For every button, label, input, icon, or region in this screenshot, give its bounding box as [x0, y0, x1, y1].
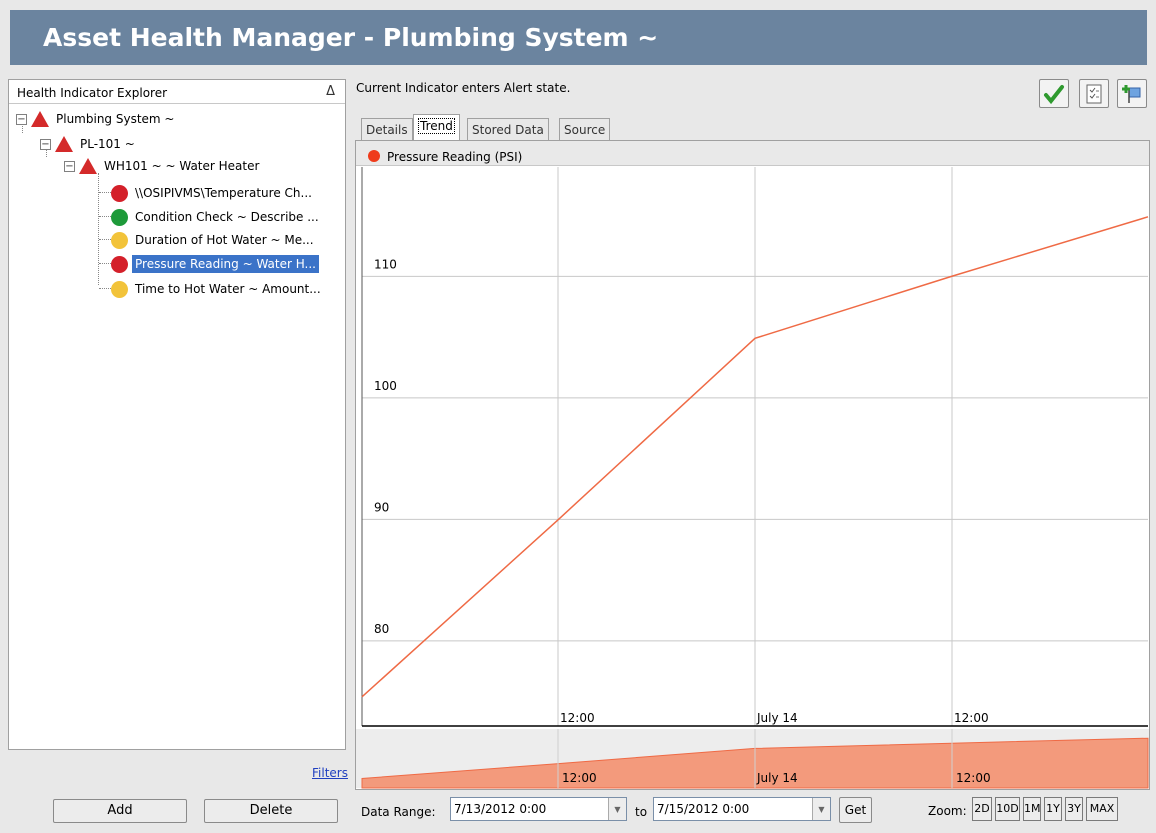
tree-item[interactable]: − WH101 ~ ~ Water Heater	[64, 155, 262, 177]
zoom-button-10d[interactable]: 10D	[995, 797, 1020, 821]
tree-item-label: Duration of Hot Water ~ Me...	[135, 233, 314, 247]
zoom-button-1y[interactable]: 1Y	[1044, 797, 1062, 821]
tab-stored-data[interactable]: Stored Data	[467, 118, 549, 140]
explorer-title: Health Indicator Explorer	[17, 86, 168, 100]
tree-item[interactable]: Time to Hot Water ~ Amount...	[111, 278, 324, 300]
acknowledge-button[interactable]	[1039, 79, 1069, 108]
checklist-icon	[1086, 84, 1102, 103]
tree-connector	[99, 288, 111, 289]
chevron-down-icon[interactable]: ▼	[608, 798, 626, 820]
x-tick-label: 12:00	[954, 711, 989, 725]
zoom-label: Zoom:	[928, 804, 967, 818]
add-flag-button[interactable]	[1117, 79, 1147, 108]
application-window: Asset Health Manager - Plumbing System ~…	[0, 0, 1156, 833]
collapse-toggle-icon[interactable]: −	[64, 160, 75, 172]
health-indicator-explorer: Health Indicator Explorer Δ	[8, 79, 346, 750]
green-circle-icon	[111, 208, 128, 226]
tree-item-label: Condition Check ~ Describe ...	[135, 210, 319, 224]
tab-label: Trend	[418, 118, 455, 134]
tab-label: Stored Data	[472, 123, 544, 137]
tree-item-label: PL-101 ~	[80, 137, 135, 151]
overview-tick-label: 12:00	[956, 771, 991, 785]
tree-connector	[99, 192, 111, 193]
overview-tick-label: 12:00	[562, 771, 597, 785]
checkmark-icon	[1044, 84, 1064, 104]
zoom-button-max[interactable]: MAX	[1086, 797, 1118, 821]
red-circle-icon	[111, 184, 128, 202]
red-triangle-icon	[79, 158, 97, 174]
tree-item[interactable]: − Plumbing System ~	[16, 108, 177, 130]
get-button[interactable]: Get	[839, 797, 872, 823]
trend-plot[interactable]: 110 100 90 80 12:00 July 14 12:00 12:00 July 14 1…	[356, 141, 1149, 789]
add-button[interactable]: Add	[53, 799, 187, 823]
tree-item-label: WH101 ~ ~ Water Heater	[104, 159, 260, 173]
filters-link[interactable]: Filters	[312, 766, 348, 780]
red-triangle-icon	[55, 136, 73, 152]
tab-details[interactable]: Details	[361, 118, 413, 140]
red-triangle-icon	[31, 111, 49, 127]
tab-label: Details	[366, 123, 408, 137]
tab-label: Source	[564, 123, 606, 137]
tree-connector	[99, 263, 111, 264]
collapse-toggle-icon[interactable]: −	[40, 138, 51, 150]
tree-connector	[98, 173, 99, 285]
chevron-down-icon[interactable]: ▼	[812, 798, 830, 820]
explorer-header: Health Indicator Explorer Δ	[9, 80, 345, 104]
tab-trend[interactable]: Trend	[413, 114, 460, 141]
yellow-circle-icon	[111, 231, 128, 249]
page-title: Asset Health Manager - Plumbing System ~	[43, 23, 659, 52]
y-tick-label: 110	[374, 257, 397, 271]
zoom-button-1m[interactable]: 1M	[1023, 797, 1041, 821]
range-from-combo[interactable]: ▼	[450, 797, 627, 821]
tree-item-label: Time to Hot Water ~ Amount...	[135, 282, 321, 296]
tab-source[interactable]: Source	[559, 118, 611, 140]
tree-item-label: Plumbing System ~	[56, 112, 175, 126]
add-flag-icon	[1122, 84, 1141, 103]
collapse-icon[interactable]: Δ	[326, 84, 335, 99]
tree-item-label: \\OSIPIVMS\Temperature Ch...	[135, 186, 312, 200]
tree-item[interactable]: \\OSIPIVMS\Temperature Ch...	[111, 182, 315, 204]
x-tick-label: 12:00	[560, 711, 595, 725]
y-tick-label: 100	[374, 379, 397, 393]
zoom-button-2d[interactable]: 2D	[972, 797, 992, 821]
trend-chart: Pressure Reading (PSI) 110 100 90 80 12:00 Ju…	[355, 140, 1150, 790]
tree-item[interactable]: Condition Check ~ Describe ...	[111, 206, 322, 228]
x-tick-label: July 14	[756, 711, 798, 725]
tree-connector	[99, 216, 111, 217]
tree-connector	[99, 239, 111, 240]
tree-item[interactable]: − PL-101 ~	[40, 133, 138, 155]
overview-tick-label: July 14	[756, 771, 798, 785]
range-to-label: to	[635, 805, 648, 819]
range-to-input[interactable]	[657, 799, 807, 819]
range-to-combo[interactable]: ▼	[653, 797, 831, 821]
tree-item[interactable]: Duration of Hot Water ~ Me...	[111, 229, 317, 251]
data-range-label: Data Range:	[361, 805, 436, 819]
checklist-button[interactable]	[1079, 79, 1109, 108]
zoom-button-3y[interactable]: 3Y	[1065, 797, 1083, 821]
yellow-circle-icon	[111, 280, 128, 298]
range-from-input[interactable]	[454, 799, 604, 819]
status-message: Current Indicator enters Alert state.	[356, 81, 571, 95]
title-bar: Asset Health Manager - Plumbing System ~	[10, 10, 1147, 65]
delete-button[interactable]: Delete	[204, 799, 338, 823]
tree-item-label: Pressure Reading ~ Water H...	[132, 255, 319, 273]
y-tick-label: 80	[374, 622, 389, 636]
collapse-toggle-icon[interactable]: −	[16, 113, 27, 125]
red-circle-icon	[111, 255, 128, 273]
tree-item[interactable]: Pressure Reading ~ Water H...	[111, 253, 319, 275]
y-tick-label: 90	[374, 500, 389, 514]
